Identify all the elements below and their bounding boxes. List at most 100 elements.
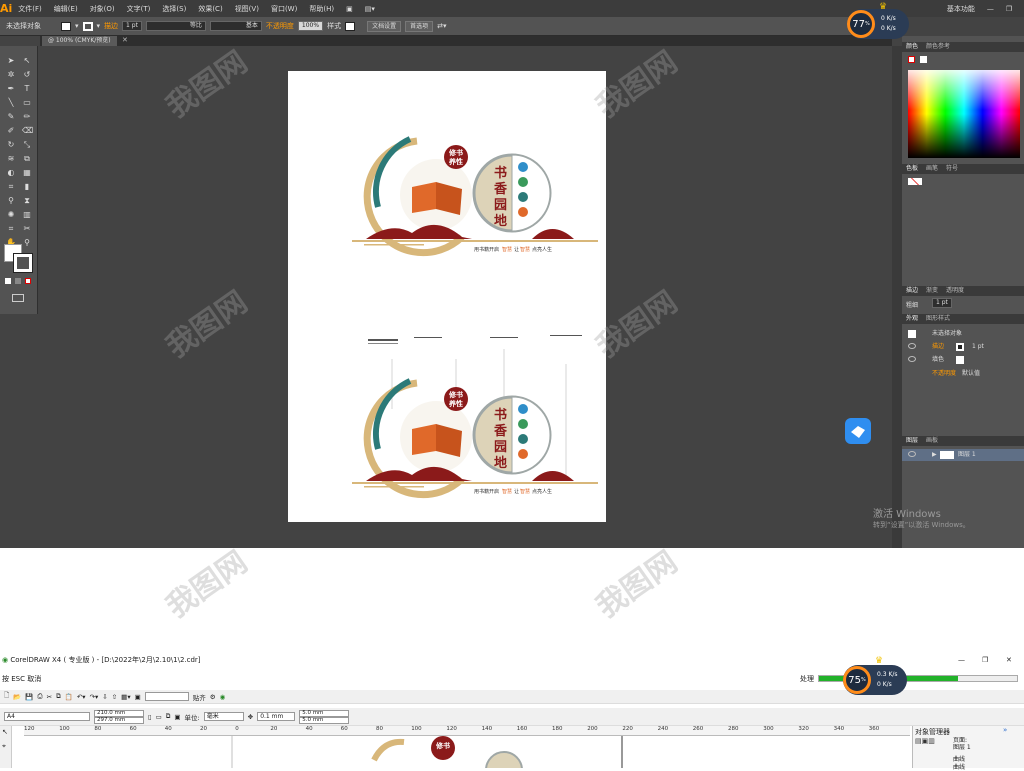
pencil-tool-icon[interactable]: ✏ xyxy=(22,112,32,122)
network-monitor-widget[interactable]: 77% 0 K/s 0 K/s xyxy=(847,9,909,39)
menu-window[interactable]: 窗口(W) xyxy=(265,4,303,14)
menu-view[interactable]: 视图(V) xyxy=(229,4,265,14)
maximize-icon[interactable]: ❐ xyxy=(982,650,988,670)
chevron-down-icon[interactable]: ▾ xyxy=(97,22,101,30)
tab-symbols[interactable]: 符号 xyxy=(946,164,958,174)
close-tab-icon[interactable]: ✕ xyxy=(122,36,128,44)
zoom-tool-icon[interactable]: ⚲ xyxy=(22,238,32,248)
close-icon[interactable]: ✕ xyxy=(1018,5,1024,13)
minimize-icon[interactable]: — xyxy=(958,650,965,670)
all-pages-icon[interactable]: ⧉ xyxy=(166,712,171,721)
zoom-level-dropdown[interactable] xyxy=(144,692,189,701)
chevron-down-icon[interactable]: ▾ xyxy=(75,22,79,30)
magic-wand-tool-icon[interactable]: ✲ xyxy=(6,70,16,80)
fill-swatch[interactable] xyxy=(61,21,71,31)
none-mode-icon[interactable] xyxy=(25,278,31,284)
stroke-chip[interactable] xyxy=(956,343,964,351)
blend-tool-icon[interactable]: ⧗ xyxy=(22,196,32,206)
tab-graphic-styles[interactable]: 图形样式 xyxy=(926,314,950,324)
symbol-sprayer-tool-icon[interactable]: ✺ xyxy=(6,210,16,220)
welcome-icon[interactable]: ▣ xyxy=(135,693,141,701)
duplicate-x-field[interactable]: 5.0 mm xyxy=(299,709,350,717)
opacity-label[interactable]: 不透明度 xyxy=(266,21,294,31)
stroke-color-box[interactable] xyxy=(13,253,33,273)
shape-tool-icon[interactable]: ⌖ xyxy=(2,742,6,751)
drawing-canvas[interactable]: 修书 xyxy=(24,736,910,771)
warp-tool-icon[interactable]: ≋ xyxy=(6,154,16,164)
eyedropper-tool-icon[interactable]: ⚲ xyxy=(6,196,16,206)
perspective-grid-tool-icon[interactable]: ▦ xyxy=(22,168,32,178)
vertical-scrollbar[interactable] xyxy=(892,46,902,548)
shape-builder-tool-icon[interactable]: ◐ xyxy=(6,168,16,178)
export-icon[interactable]: ⇧ xyxy=(112,693,117,701)
tab-color-guide[interactable]: 颜色参考 xyxy=(926,42,950,52)
tab-stroke[interactable]: 描边 xyxy=(906,286,918,296)
redo-icon[interactable]: ↷▾ xyxy=(90,693,99,701)
layer-row[interactable]: ▶ 图层 1 xyxy=(902,449,1024,461)
tab-swatches[interactable]: 色板 xyxy=(906,164,918,174)
bridge-icon[interactable]: ▣ xyxy=(340,5,359,13)
appearance-fill-row[interactable]: 填色 xyxy=(902,354,1024,366)
menu-edit[interactable]: 编辑(E) xyxy=(48,4,84,14)
app-launcher-icon[interactable]: ▦▾ xyxy=(121,693,130,701)
fill-chip[interactable] xyxy=(956,356,964,364)
paintbrush-tool-icon[interactable]: ✎ xyxy=(6,112,16,122)
snap-label[interactable]: 贴齐 xyxy=(193,692,206,702)
slice-tool-icon[interactable]: ✂ xyxy=(22,224,32,234)
gradient-mode-icon[interactable] xyxy=(15,278,21,284)
pen-tool-icon[interactable]: ✒ xyxy=(6,84,16,94)
color-spectrum[interactable] xyxy=(908,70,1020,158)
lasso-tool-icon[interactable]: ↺ xyxy=(22,70,32,80)
manager-view-icons[interactable]: ▤▣▥ xyxy=(915,737,935,745)
save-icon[interactable]: 💾 xyxy=(25,693,33,701)
menu-type[interactable]: 文字(T) xyxy=(121,4,157,14)
network-monitor-widget[interactable]: 75% 0.3 K/s 0 K/s xyxy=(843,665,907,695)
launcher-icon[interactable]: ◉ xyxy=(220,693,226,701)
screen-mode-icon[interactable] xyxy=(12,294,24,302)
swatch-none[interactable] xyxy=(908,178,922,185)
free-transform-tool-icon[interactable]: ⧉ xyxy=(22,154,32,164)
gradient-tool-icon[interactable]: ▮ xyxy=(22,182,32,192)
brush-definition[interactable]: 基本 xyxy=(209,21,262,31)
appearance-stroke-label[interactable]: 描边 xyxy=(932,341,944,353)
appearance-stroke-row[interactable]: 描边 1 pt xyxy=(902,341,1024,353)
tab-appearance[interactable]: 外观 xyxy=(906,314,918,324)
print-icon[interactable]: ⎙ xyxy=(37,692,42,701)
paper-size-dropdown[interactable]: A4 xyxy=(4,712,90,721)
open-icon[interactable]: 📂 xyxy=(13,693,21,701)
weight-field[interactable]: 1 pt xyxy=(932,298,952,308)
tab-artboards[interactable]: 画板 xyxy=(926,436,938,446)
artboard[interactable]: 修书 养性 书 香 园 地 用书籍开启 智慧 让 智慧 点亮人生 修书 养性 书… xyxy=(288,71,606,522)
tab-brushes[interactable]: 画笔 xyxy=(926,164,938,174)
stroke-label[interactable]: 描边 xyxy=(104,21,118,31)
object-curve-2[interactable]: 曲线 xyxy=(953,762,965,771)
graph-tool-icon[interactable]: ▥ xyxy=(22,210,32,220)
eraser-tool-icon[interactable]: ⌫ xyxy=(22,126,33,136)
tab-layers[interactable]: 图层 xyxy=(906,436,918,446)
menu-file[interactable]: 文件(F) xyxy=(12,4,48,14)
appearance-opacity-label[interactable]: 不透明度 xyxy=(932,368,956,380)
menu-effect[interactable]: 效果(C) xyxy=(192,4,228,14)
layer-name[interactable]: 图层 1 xyxy=(958,449,976,461)
selection-tool-icon[interactable]: ➤ xyxy=(6,56,16,66)
undo-icon[interactable]: ↶▾ xyxy=(77,693,86,701)
current-page-icon[interactable]: ▣ xyxy=(174,713,180,721)
none-swatch[interactable] xyxy=(908,56,915,63)
white-swatch[interactable] xyxy=(920,56,927,63)
style-swatch[interactable] xyxy=(345,21,356,31)
cut-icon[interactable]: ✂ xyxy=(47,693,52,701)
menu-help[interactable]: 帮助(H) xyxy=(303,4,340,14)
close-icon[interactable]: ✕ xyxy=(1006,650,1012,670)
tab-gradient[interactable]: 渐变 xyxy=(926,286,938,296)
document-setup-button[interactable]: 文档设置 xyxy=(367,20,402,32)
visibility-eye-icon[interactable] xyxy=(908,356,916,362)
expand-icon[interactable]: ▶ xyxy=(932,449,937,461)
appearance-fill-label[interactable]: 填色 xyxy=(932,354,944,366)
import-icon[interactable]: ⇩ xyxy=(102,693,107,701)
minimize-icon[interactable]: — xyxy=(981,5,1000,13)
mesh-tool-icon[interactable]: ⌗ xyxy=(6,182,16,192)
copy-icon[interactable]: ⧉ xyxy=(56,692,61,701)
workspace-switcher[interactable]: 基本功能 xyxy=(941,4,981,14)
portrait-icon[interactable]: ▯ xyxy=(148,713,152,721)
panel-collapse-icon[interactable]: » xyxy=(1003,726,1007,734)
